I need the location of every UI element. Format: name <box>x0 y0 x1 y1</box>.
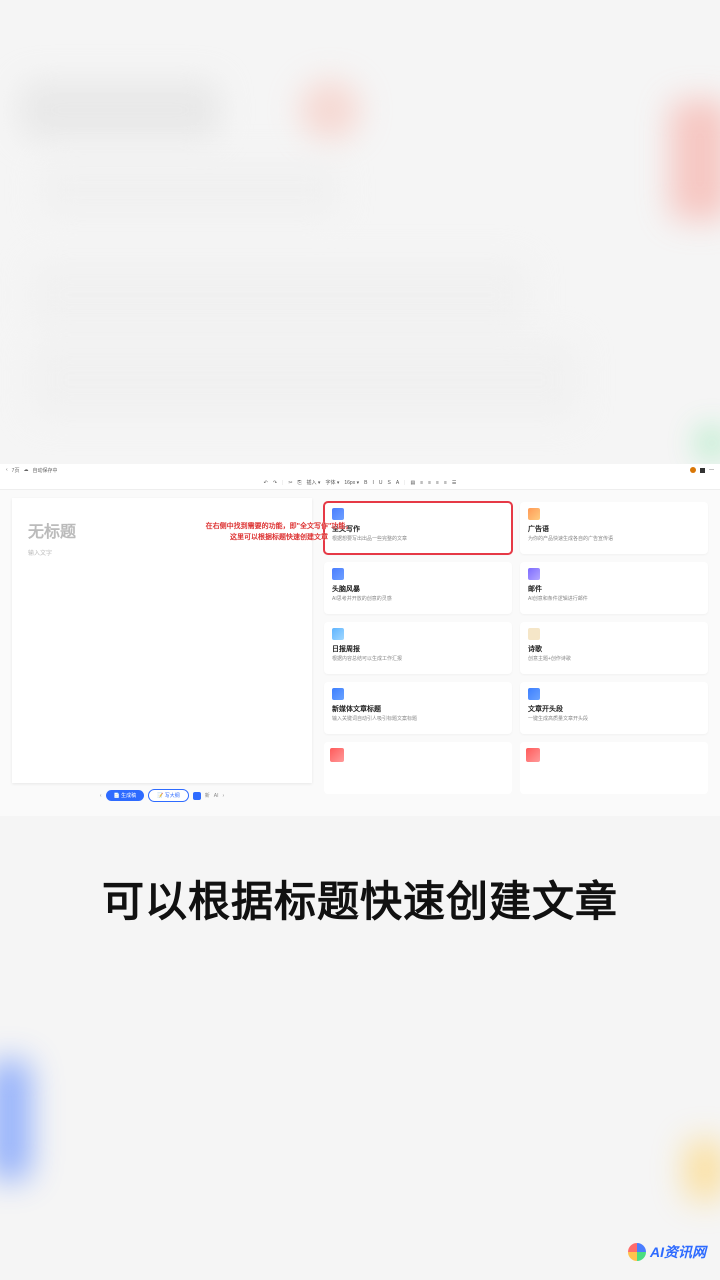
card-title: 头脑风暴 <box>332 584 504 594</box>
card-more-2[interactable] <box>520 742 708 794</box>
annotation-line1: 在右侧中找到需要的功能，即"全文写作"功能， <box>194 522 364 533</box>
indent-button[interactable]: ≡ <box>435 480 440 486</box>
back-icon[interactable]: ‹ <box>6 467 8 473</box>
bg-blur <box>0 1060 30 1180</box>
underline-button[interactable]: U <box>378 480 384 486</box>
watermark-text: AI资讯网 <box>650 1242 706 1262</box>
card-desc: AI思考并开放的创意的灵感 <box>332 596 504 602</box>
annotation-line2: 这里可以根据标题快速创建文章 <box>194 533 364 544</box>
more-button[interactable]: ☰ <box>451 480 457 486</box>
undo-icon[interactable]: ↶ <box>263 480 269 486</box>
avatar[interactable] <box>690 467 696 473</box>
headline-icon <box>332 688 344 700</box>
insert-menu[interactable]: 插入 ▾ <box>306 479 322 486</box>
card-more-1[interactable] <box>324 742 512 794</box>
format-toolbar: ↶ ↷ | ✂ ⎘ 插入 ▾ 字体 ▾ 16px ▾ B I U S A | ▤… <box>0 476 720 490</box>
apps-icon[interactable] <box>700 468 705 473</box>
bg-blur <box>300 80 360 140</box>
textcolor-button[interactable]: A <box>395 480 400 486</box>
minimize-icon[interactable]: — <box>709 467 714 473</box>
bg-blur <box>40 160 340 220</box>
redo-icon[interactable]: ↷ <box>272 480 278 486</box>
megaphone-icon <box>528 508 540 520</box>
workspace: 无标题 输入文字 ‹ 📄 生成稿 📝 写大纲 新 AI › 在右侧中找到需要的功… <box>0 490 720 816</box>
card-title: 新媒体文章标题 <box>332 704 504 714</box>
document-area: 无标题 输入文字 ‹ 📄 生成稿 📝 写大纲 新 AI › <box>12 498 312 808</box>
new-badge <box>193 792 201 800</box>
font-menu[interactable]: 字体 ▾ <box>324 479 340 486</box>
body-input[interactable]: 输入文字 <box>28 548 296 557</box>
tutorial-annotation: 在右侧中找到需要的功能，即"全文写作"功能， 这里可以根据标题快速创建文章 <box>194 522 364 543</box>
brain-icon <box>332 568 344 580</box>
video-caption: 可以根据标题快速创建文章 <box>0 868 720 929</box>
list2-button[interactable]: ≡ <box>427 480 432 486</box>
logo-icon <box>628 1243 646 1261</box>
strike-button[interactable]: S <box>386 480 391 486</box>
template-panel: 全文写作 根据想要写出出品一些完整的文章 广告语 为你的产品快速生成各自的广告宣… <box>324 498 708 808</box>
report-icon <box>332 628 344 640</box>
tag-icon <box>526 748 540 762</box>
bg-blur <box>30 340 580 420</box>
editor-app: ‹ 7页 ☁ 自动保存中 — ↶ ↷ | ✂ ⎘ 插入 ▾ 字体 ▾ 16px … <box>0 464 720 816</box>
generate-draft-button[interactable]: 📄 生成稿 <box>106 790 145 801</box>
card-title: 日报周报 <box>332 644 504 654</box>
tag-icon <box>330 748 344 762</box>
card-desc: 输入关键词自动引人吸引标题文案标题 <box>332 716 504 722</box>
card-brainstorm[interactable]: 头脑风暴 AI思考并开放的创意的灵感 <box>324 562 512 614</box>
card-desc: 根据内容总结可以生成工作汇报 <box>332 656 504 662</box>
next-icon[interactable]: › <box>223 793 225 799</box>
card-report[interactable]: 日报周报 根据内容总结可以生成工作汇报 <box>324 622 512 674</box>
outdent-button[interactable]: ≡ <box>443 480 448 486</box>
topbar: ‹ 7页 ☁ 自动保存中 — <box>0 464 720 476</box>
card-ad-copy[interactable]: 广告语 为你的产品快速生成各自的广告宣传语 <box>520 502 708 554</box>
write-outline-button[interactable]: 📝 写大纲 <box>148 789 189 802</box>
bg-blur <box>670 100 720 220</box>
card-title: 邮件 <box>528 584 700 594</box>
mail-icon <box>528 568 540 580</box>
card-desc: 为你的产品快速生成各自的广告宣传语 <box>528 536 700 542</box>
card-desc: 创意主题+创作诗歌 <box>528 656 700 662</box>
document-icon <box>332 508 344 520</box>
card-title: 诗歌 <box>528 644 700 654</box>
fontsize-menu[interactable]: 16px ▾ <box>343 480 360 486</box>
document-actions: ‹ 📄 生成稿 📝 写大纲 新 AI › <box>12 783 312 808</box>
paragraph-icon <box>528 688 540 700</box>
mode-ai[interactable]: AI <box>214 793 219 799</box>
card-media-title[interactable]: 新媒体文章标题 输入关键词自动引人吸引标题文案标题 <box>324 682 512 734</box>
doc-count: 7页 <box>12 467 20 474</box>
bold-button[interactable]: B <box>363 480 368 486</box>
copy-icon[interactable]: ⎘ <box>297 480 303 486</box>
prev-icon[interactable]: ‹ <box>100 793 102 799</box>
bg-blur <box>685 1140 720 1200</box>
card-title: 广告语 <box>528 524 700 534</box>
bg-blur <box>30 260 530 330</box>
italic-button[interactable]: I <box>371 480 374 486</box>
autosave-label: 自动保存中 <box>32 467 57 474</box>
quill-icon <box>528 628 540 640</box>
card-poem[interactable]: 诗歌 创意主题+创作诗歌 <box>520 622 708 674</box>
align-button[interactable]: ▤ <box>409 480 416 486</box>
cut-icon[interactable]: ✂ <box>287 480 293 486</box>
card-title: 文章开头段 <box>528 704 700 714</box>
card-desc: 一键生成高质量文章开头段 <box>528 716 700 722</box>
card-email[interactable]: 邮件 AI创意和条件逻辑进行邮件 <box>520 562 708 614</box>
card-desc: AI创意和条件逻辑进行邮件 <box>528 596 700 602</box>
bg-blur <box>20 80 220 140</box>
autosave-icon: ☁ <box>23 467 28 473</box>
bg-blur <box>699 430 720 456</box>
list-button[interactable]: ≡ <box>419 480 424 486</box>
card-opening-para[interactable]: 文章开头段 一键生成高质量文章开头段 <box>520 682 708 734</box>
watermark: AI资讯网 <box>628 1242 706 1262</box>
new-badge-label: 新 <box>205 792 210 799</box>
